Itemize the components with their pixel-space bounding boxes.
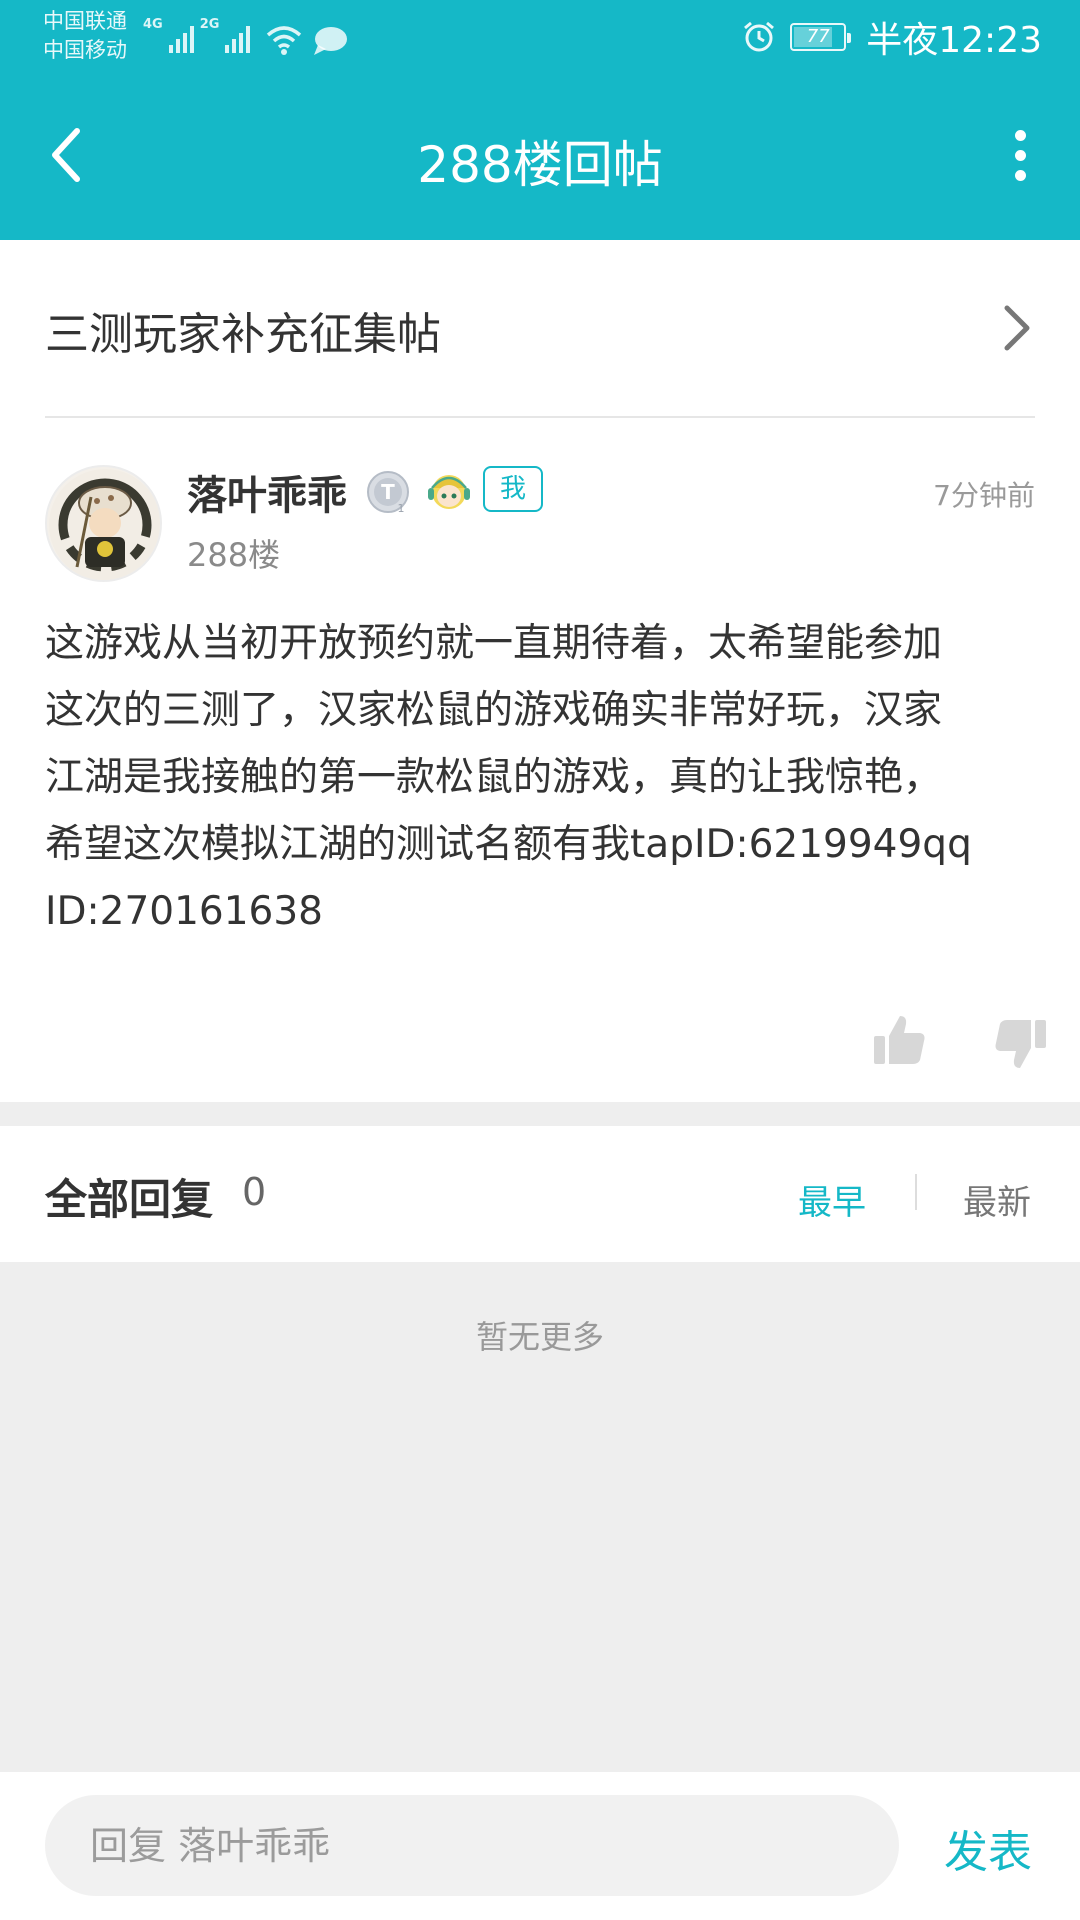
signal-icon — [225, 23, 251, 53]
replies-list: 暂无更多 — [0, 1262, 1080, 1772]
thumbs-up-icon[interactable] — [872, 1012, 928, 1068]
post-floor: 288楼 — [187, 536, 281, 574]
status-bar: 中国联通 中国移动 4G 2G 77 半夜12:23 — [0, 0, 1080, 75]
level-badge-icon: T 1 — [367, 471, 409, 515]
network-type-1: 4G — [143, 17, 163, 32]
svg-text:1: 1 — [398, 502, 405, 515]
me-tag: 我 — [483, 466, 543, 512]
status-right: 77 半夜12:23 — [742, 14, 1042, 61]
reply-bar: 发表 — [0, 1772, 1080, 1920]
app-header: 中国联通 中国移动 4G 2G 77 半夜12:23 288楼回帖 — [0, 0, 1080, 240]
svg-text:T: T — [381, 480, 395, 504]
post-time: 7分钟前 — [933, 479, 1035, 512]
wifi-icon — [267, 26, 302, 55]
avatar-image — [49, 469, 160, 580]
sort-latest-button[interactable]: 最新 — [963, 1175, 1031, 1224]
app-bar: 288楼回帖 — [0, 75, 1080, 240]
replies-header: 全部回复 0 最早 最新 — [0, 1126, 1080, 1262]
battery-icon: 77 — [790, 23, 852, 51]
signal-icon — [168, 23, 194, 53]
avatar[interactable] — [45, 465, 162, 582]
section-divider — [0, 1102, 1080, 1126]
post-username[interactable]: 落叶乖乖 — [187, 463, 347, 521]
thumbs-down-icon[interactable] — [992, 1016, 1048, 1072]
chat-bubble-icon — [314, 27, 348, 55]
network-type-2: 2G — [199, 17, 220, 32]
post-body: 这游戏从当初开放预约就一直期待着，太希望能参加 这次的三测了，汉家松鼠的游戏确实… — [45, 621, 972, 934]
page-title: 288楼回帖 — [417, 136, 663, 194]
sort-separator — [915, 1174, 917, 1210]
network-indicators: 4G 2G — [143, 15, 348, 57]
alarm-icon — [744, 21, 775, 52]
more-options-button[interactable] — [1000, 120, 1040, 190]
replies-count: 0 — [242, 1170, 267, 1214]
divider — [45, 416, 1035, 418]
more-vertical-icon — [1014, 129, 1026, 141]
clock: 半夜12:23 — [866, 20, 1042, 61]
reply-input[interactable] — [45, 1795, 899, 1896]
topic-link[interactable]: 三测玩家补充征集帖 — [0, 240, 1080, 417]
carrier-info: 中国联通 中国移动 — [43, 7, 127, 65]
empty-state-text: 暂无更多 — [475, 1318, 604, 1356]
topic-title: 三测玩家补充征集帖 — [45, 309, 441, 360]
sort-earliest-button[interactable]: 最早 — [798, 1175, 866, 1224]
battery-level: 77 — [806, 26, 830, 47]
carrier-2: 中国移动 — [43, 38, 127, 62]
chevron-right-icon — [1004, 305, 1030, 351]
carrier-1: 中国联通 — [43, 9, 127, 33]
replies-label: 全部回复 — [45, 1175, 214, 1224]
character-badge-icon — [428, 475, 470, 509]
send-button[interactable]: 发表 — [944, 1816, 1032, 1880]
